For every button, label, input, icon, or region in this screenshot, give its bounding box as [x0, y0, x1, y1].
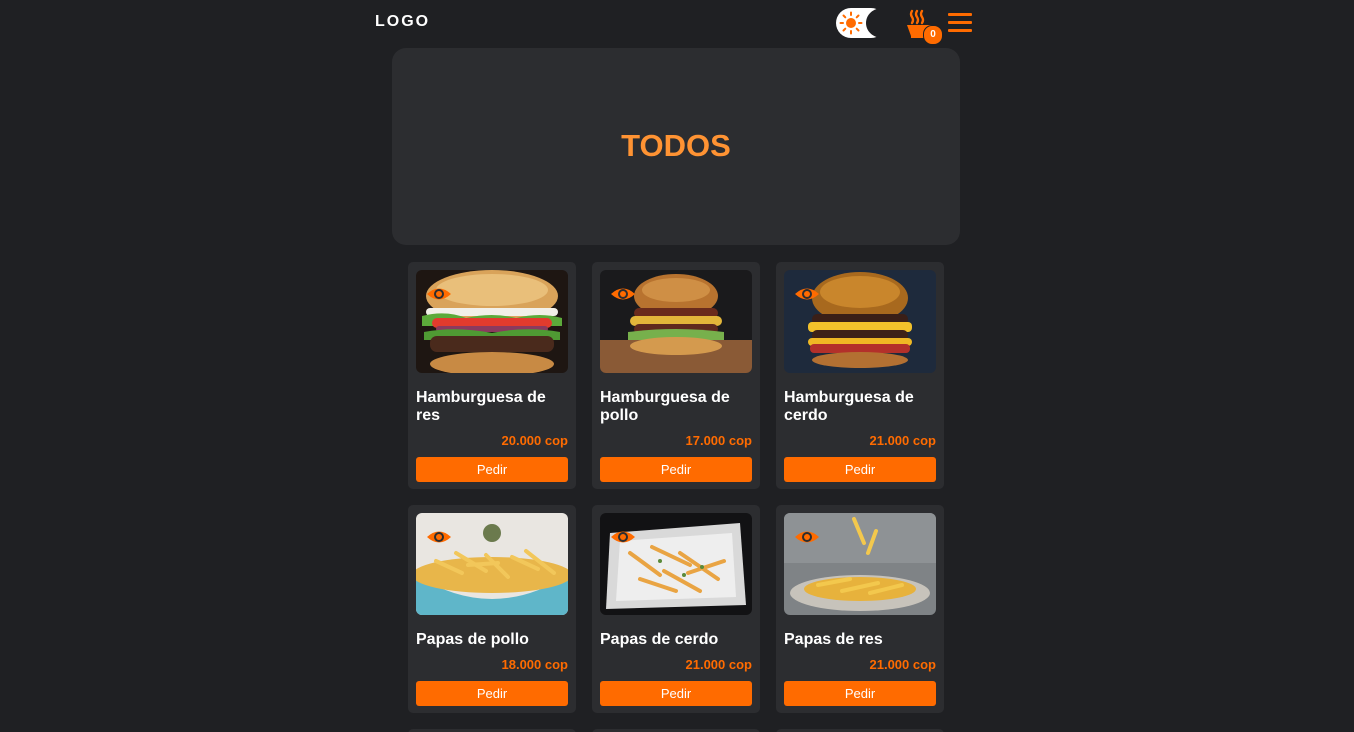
order-button[interactable]: Pedir	[416, 681, 568, 706]
order-button[interactable]: Pedir	[784, 681, 936, 706]
menu-button[interactable]	[948, 13, 972, 33]
product-grid: Hamburguesa de res 20.000 cop Pedir Hamb…	[408, 262, 944, 713]
product-image	[416, 513, 568, 615]
menu-icon-bar	[948, 21, 972, 24]
view-eye-icon[interactable]	[426, 527, 452, 547]
view-eye-icon[interactable]	[794, 527, 820, 547]
product-name: Hamburguesa de pollo	[600, 389, 730, 424]
product-price: 17.000 cop	[685, 433, 753, 448]
view-eye-icon[interactable]	[426, 284, 452, 304]
product-name: Hamburguesa de cerdo	[784, 389, 914, 424]
product-name: Papas de pollo	[416, 631, 529, 648]
order-button[interactable]: Pedir	[416, 457, 568, 482]
product-price: 21.000 cop	[685, 657, 753, 672]
view-eye-icon[interactable]	[610, 527, 636, 547]
menu-icon-bar	[948, 29, 972, 32]
logo[interactable]: LOGO	[375, 13, 430, 31]
product-price: 21.000 cop	[869, 433, 937, 448]
product-price: 18.000 cop	[501, 657, 569, 672]
product-name: Papas de cerdo	[600, 631, 719, 648]
product-image	[600, 270, 752, 373]
product-card: Papas de res 21.000 cop Pedir	[776, 505, 944, 713]
order-button[interactable]: Pedir	[600, 457, 752, 482]
theme-toggle[interactable]	[836, 8, 886, 38]
order-button[interactable]: Pedir	[784, 457, 936, 482]
product-card: Hamburguesa de pollo 17.000 cop Pedir	[592, 262, 760, 489]
category-banner: TODOS	[392, 48, 960, 245]
view-eye-icon[interactable]	[794, 284, 820, 304]
product-price: 20.000 cop	[501, 433, 569, 448]
product-card: Papas de pollo 18.000 cop Pedir	[408, 505, 576, 713]
product-card: Hamburguesa de cerdo 21.000 cop Pedir	[776, 262, 944, 489]
product-image	[600, 513, 752, 615]
product-price: 21.000 cop	[869, 657, 937, 672]
category-title: TODOS	[621, 127, 731, 163]
order-button[interactable]: Pedir	[600, 681, 752, 706]
product-name: Papas de res	[784, 631, 883, 648]
view-eye-icon[interactable]	[610, 284, 636, 304]
cart-count-badge: 0	[923, 25, 943, 45]
product-image	[416, 270, 568, 373]
product-card: Papas de cerdo 21.000 cop Pedir	[592, 505, 760, 713]
page: LOGO 0 TODOS Hamburguesa de res 20.000 c…	[0, 0, 1354, 732]
product-card: Hamburguesa de res 20.000 cop Pedir	[408, 262, 576, 489]
moon-icon	[860, 8, 886, 38]
cart-button[interactable]: 0	[905, 8, 943, 45]
menu-icon-bar	[948, 13, 972, 16]
product-image	[784, 513, 936, 615]
product-name: Hamburguesa de res	[416, 389, 546, 424]
product-image	[784, 270, 936, 373]
header: LOGO 0	[375, 0, 973, 45]
